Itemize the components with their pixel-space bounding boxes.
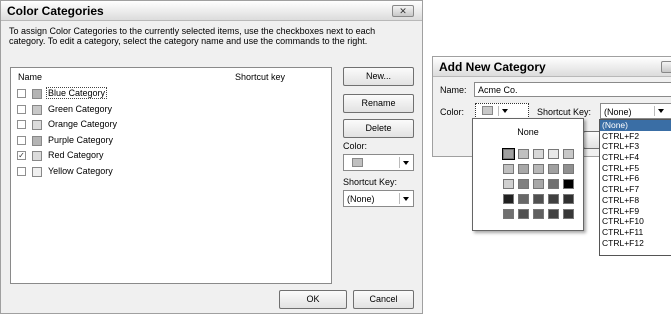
shortcut-option[interactable]: (None): [600, 120, 671, 131]
palette-color-cell[interactable]: [548, 164, 559, 174]
category-checkbox[interactable]: [17, 135, 26, 145]
delete-button[interactable]: Delete: [343, 119, 414, 138]
palette-color-cell[interactable]: [518, 194, 529, 204]
shortcut-key-dropdown-list: (None) CTRL+F2 CTRL+F3 CTRL+F4 CTRL+F5 CTRL+F…: [599, 119, 671, 256]
color-swatch: [352, 158, 363, 167]
rename-button-label: Rename: [361, 98, 396, 108]
shortcut-option[interactable]: CTRL+F10: [600, 216, 671, 227]
category-checkbox[interactable]: [17, 89, 26, 98]
name-label: Name:: [440, 85, 467, 95]
palette-color-cell[interactable]: [518, 209, 529, 219]
palette-color-cell[interactable]: [548, 149, 559, 159]
chevron-down-icon[interactable]: [654, 106, 666, 116]
title-bar: Color Categories ✕: [1, 1, 422, 21]
shortcut-option[interactable]: CTRL+F2: [600, 131, 671, 142]
ok-button[interactable]: OK: [279, 290, 347, 309]
category-color-swatch: [32, 104, 42, 115]
color-picker[interactable]: [475, 103, 529, 119]
category-checkbox[interactable]: [17, 120, 26, 129]
color-label: Color:: [440, 107, 465, 117]
category-list[interactable]: Name Shortcut key Blue Category Green Cat…: [10, 67, 332, 284]
title-bar: Add New Category: [433, 57, 671, 77]
delete-button-label: Delete: [365, 123, 392, 133]
category-color-swatch: [32, 89, 42, 99]
palette-color-cell[interactable]: [518, 164, 529, 174]
category-color-swatch: [32, 166, 42, 177]
palette-color-cell[interactable]: [518, 179, 529, 189]
palette-color-cell[interactable]: [563, 194, 574, 204]
ok-button-label: OK: [306, 294, 320, 304]
shortcut-option[interactable]: CTRL+F9: [600, 206, 671, 217]
color-picker[interactable]: [343, 154, 414, 171]
palette-color-cell[interactable]: [533, 179, 544, 189]
shortcut-option[interactable]: CTRL+F3: [600, 141, 671, 152]
shortcut-option[interactable]: CTRL+F4: [600, 152, 671, 163]
palette-color-cell[interactable]: [503, 209, 514, 219]
new-button[interactable]: New...: [343, 67, 414, 86]
palette-color-cell[interactable]: [503, 164, 514, 174]
cancel-button[interactable]: Cancel: [353, 290, 414, 309]
category-checkbox[interactable]: ✓: [17, 151, 26, 160]
palette-color-cell[interactable]: [518, 149, 529, 159]
palette-color-cell[interactable]: [548, 209, 559, 219]
palette-none-option[interactable]: None: [473, 127, 583, 137]
palette-color-cell[interactable]: [503, 179, 514, 189]
close-icon[interactable]: ✕: [392, 5, 414, 17]
name-field[interactable]: Acme Co.: [474, 82, 671, 97]
instructions-line-2: category. To edit a category, select the…: [9, 36, 368, 46]
palette-color-cell[interactable]: [533, 209, 544, 219]
category-label[interactable]: Blue Category: [46, 87, 108, 99]
chevron-down-icon[interactable]: [399, 193, 411, 204]
category-checkbox[interactable]: [17, 104, 26, 114]
color-palette-popup: None: [472, 118, 584, 231]
palette-color-cell[interactable]: [563, 179, 574, 189]
instructions-line-1: To assign Color Categories to the curren…: [9, 26, 376, 36]
palette-color-cell[interactable]: [502, 148, 515, 160]
shortcut-option[interactable]: CTRL+F6: [600, 173, 671, 184]
palette-color-cell[interactable]: [533, 194, 544, 204]
category-label[interactable]: Purple Category: [48, 135, 113, 145]
column-header-name[interactable]: Name: [18, 72, 42, 82]
category-label[interactable]: Green Category: [48, 104, 112, 114]
palette-color-cell[interactable]: [533, 164, 544, 174]
palette-color-cell[interactable]: [563, 209, 574, 219]
color-swatch: [482, 106, 493, 115]
palette-color-cell[interactable]: [548, 179, 559, 189]
shortcut-key-value: (None): [604, 107, 632, 117]
shortcut-key-value: (None): [347, 194, 375, 204]
shortcut-option[interactable]: CTRL+F8: [600, 195, 671, 206]
column-header-shortcut[interactable]: Shortcut key: [235, 72, 285, 82]
category-color-swatch: [32, 135, 42, 146]
category-label[interactable]: Orange Category: [48, 119, 117, 129]
category-color-swatch: [32, 151, 42, 161]
shortcut-key-label: Shortcut Key:: [343, 177, 398, 187]
shortcut-key-label: Shortcut Key:: [537, 107, 592, 117]
new-button-label: New...: [365, 71, 391, 81]
shortcut-option[interactable]: CTRL+F5: [600, 163, 671, 174]
palette-color-cell[interactable]: [563, 149, 574, 159]
shortcut-key-select[interactable]: (None): [600, 103, 671, 119]
color-label: Color:: [343, 141, 368, 151]
palette-color-cell[interactable]: [563, 164, 574, 174]
palette-color-cell[interactable]: [533, 149, 544, 159]
color-categories-dialog: Color Categories ✕ To assign Color Categ…: [0, 0, 423, 314]
name-field-value: Acme Co.: [478, 85, 518, 95]
dialog-title: Color Categories: [7, 4, 104, 18]
close-icon[interactable]: [661, 61, 671, 73]
shortcut-key-select[interactable]: (None): [343, 190, 414, 207]
chevron-down-icon[interactable]: [498, 106, 510, 116]
shortcut-option[interactable]: CTRL+F12: [600, 238, 671, 249]
palette-color-cell[interactable]: [503, 194, 514, 204]
rename-button[interactable]: Rename: [343, 94, 414, 113]
shortcut-option[interactable]: CTRL+F7: [600, 184, 671, 195]
cancel-button-label: Cancel: [369, 294, 398, 304]
category-label[interactable]: Yellow Category: [48, 166, 113, 176]
shortcut-option[interactable]: CTRL+F11: [600, 227, 671, 238]
category-checkbox[interactable]: [17, 166, 26, 176]
category-color-swatch: [32, 120, 42, 130]
dialog-title: Add New Category: [439, 60, 546, 74]
category-label[interactable]: Red Category: [48, 150, 104, 160]
palette-color-cell[interactable]: [548, 194, 559, 204]
chevron-down-icon[interactable]: [399, 157, 411, 168]
